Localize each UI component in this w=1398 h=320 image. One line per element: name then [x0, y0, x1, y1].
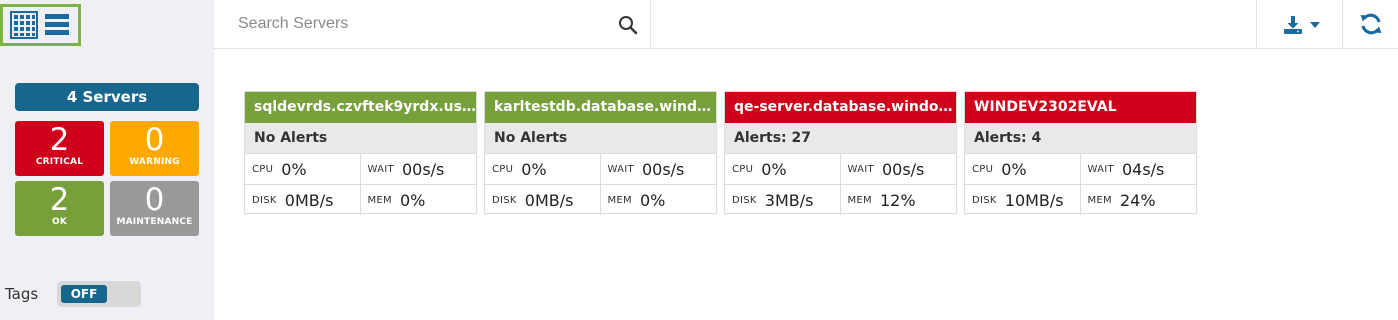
- disk-value: 0MB/s: [284, 190, 334, 210]
- server-card[interactable]: sqldevrds.czvftek9yrdx.us-east-... No Al…: [244, 91, 477, 215]
- divider: [1342, 0, 1343, 49]
- wait-cell: WAIT 00s/s: [600, 153, 716, 184]
- list-view-icon: [45, 14, 70, 35]
- server-name[interactable]: sqldevrds.czvftek9yrdx.us-east-...: [245, 92, 476, 123]
- wait-label: WAIT: [607, 163, 634, 175]
- tags-toggle-state: OFF: [61, 285, 107, 303]
- alerts-status: No Alerts: [485, 123, 716, 153]
- tags-label: Tags: [5, 285, 39, 303]
- critical-tile[interactable]: 2 CRITICAL: [15, 121, 104, 176]
- critical-count: 2: [49, 122, 70, 158]
- mem-value: 12%: [879, 190, 916, 210]
- wait-label: WAIT: [367, 163, 394, 175]
- mem-label: MEM: [607, 194, 632, 206]
- mem-cell: MEM 0%: [360, 184, 476, 215]
- disk-cell: DISK 10MB/s: [965, 184, 1081, 215]
- cpu-label: CPU: [492, 163, 514, 175]
- warning-count: 0: [144, 122, 165, 158]
- cpu-cell: CPU 0%: [725, 153, 841, 184]
- cpu-label: CPU: [972, 163, 994, 175]
- mem-label: MEM: [367, 194, 392, 206]
- wait-cell: WAIT 00s/s: [360, 153, 476, 184]
- disk-label: DISK: [972, 194, 997, 206]
- critical-label: CRITICAL: [35, 157, 84, 167]
- alerts-status[interactable]: Alerts: 4: [965, 123, 1196, 153]
- tags-toggle[interactable]: OFF: [57, 281, 141, 307]
- server-name[interactable]: WINDEV2302EVAL: [965, 92, 1196, 123]
- grid-view-button[interactable]: [8, 9, 40, 41]
- wait-value: 00s/s: [881, 159, 925, 179]
- maintenance-tile[interactable]: 0 MAINTENANCE: [110, 181, 199, 236]
- refresh-button[interactable]: [1356, 9, 1386, 39]
- wait-value: 00s/s: [641, 159, 685, 179]
- cpu-value: 0%: [521, 159, 547, 179]
- mem-label: MEM: [847, 194, 872, 206]
- disk-label: DISK: [732, 194, 757, 206]
- ok-count: 2: [49, 182, 70, 218]
- cpu-label: CPU: [252, 163, 274, 175]
- mem-value: 0%: [399, 190, 426, 210]
- sidebar: 4 Servers 2 CRITICAL 0 WARNING 2 OK 0 MA…: [0, 0, 214, 320]
- maintenance-count: 0: [144, 182, 165, 218]
- mem-value: 0%: [639, 190, 666, 210]
- server-name[interactable]: qe-server.database.windows.net: [725, 92, 956, 123]
- server-card[interactable]: qe-server.database.windows.net Alerts: 2…: [724, 91, 957, 215]
- top-bar: [214, 0, 1398, 49]
- disk-cell: DISK 0MB/s: [485, 184, 601, 215]
- mem-value: 24%: [1119, 190, 1156, 210]
- server-card[interactable]: WINDEV2302EVAL Alerts: 4 CPU 0% WAIT 04s/s…: [964, 91, 1197, 215]
- wait-label: WAIT: [1087, 163, 1114, 175]
- search-input[interactable]: [238, 12, 608, 36]
- cpu-label: CPU: [732, 163, 754, 175]
- cpu-value: 0%: [281, 159, 307, 179]
- server-name[interactable]: karltestdb.database.windows.net: [485, 92, 716, 123]
- mem-cell: MEM 12%: [840, 184, 956, 215]
- disk-value: 0MB/s: [524, 190, 574, 210]
- wait-value: 04s/s: [1121, 159, 1165, 179]
- wait-cell: WAIT 00s/s: [840, 153, 956, 184]
- disk-label: DISK: [252, 194, 277, 206]
- list-view-button[interactable]: [41, 9, 73, 41]
- server-count-badge[interactable]: 4 Servers: [15, 83, 199, 111]
- mem-cell: MEM 24%: [1080, 184, 1196, 215]
- disk-label: DISK: [492, 194, 517, 206]
- cpu-value: 0%: [1001, 159, 1027, 179]
- alerts-status[interactable]: Alerts: 27: [725, 123, 956, 153]
- mem-label: MEM: [1087, 194, 1112, 206]
- view-toggle: [0, 4, 81, 46]
- disk-cell: DISK 3MB/s: [725, 184, 841, 215]
- maintenance-label: MAINTENANCE: [116, 217, 193, 227]
- warning-label: WARNING: [129, 157, 180, 167]
- mem-cell: MEM 0%: [600, 184, 716, 215]
- search-icon[interactable]: [617, 14, 639, 36]
- chevron-down-icon: [1309, 22, 1320, 28]
- disk-value: 10MB/s: [1004, 190, 1064, 210]
- alerts-status: No Alerts: [245, 123, 476, 153]
- download-icon: [1283, 16, 1302, 34]
- ok-tile[interactable]: 2 OK: [15, 181, 104, 236]
- wait-cell: WAIT 04s/s: [1080, 153, 1196, 184]
- divider: [1256, 0, 1257, 49]
- cpu-cell: CPU 0%: [485, 153, 601, 184]
- warning-tile[interactable]: 0 WARNING: [110, 121, 199, 176]
- wait-value: 00s/s: [401, 159, 445, 179]
- cpu-cell: CPU 0%: [245, 153, 361, 184]
- grid-view-icon: [9, 11, 38, 39]
- disk-cell: DISK 0MB/s: [245, 184, 361, 215]
- divider: [650, 0, 651, 49]
- cpu-value: 0%: [761, 159, 787, 179]
- server-card[interactable]: karltestdb.database.windows.net No Alert…: [484, 91, 717, 215]
- download-button[interactable]: [1274, 10, 1329, 40]
- cpu-cell: CPU 0%: [965, 153, 1081, 184]
- disk-value: 3MB/s: [764, 190, 814, 210]
- refresh-icon: [1360, 13, 1382, 35]
- ok-label: OK: [51, 217, 68, 227]
- wait-label: WAIT: [847, 163, 874, 175]
